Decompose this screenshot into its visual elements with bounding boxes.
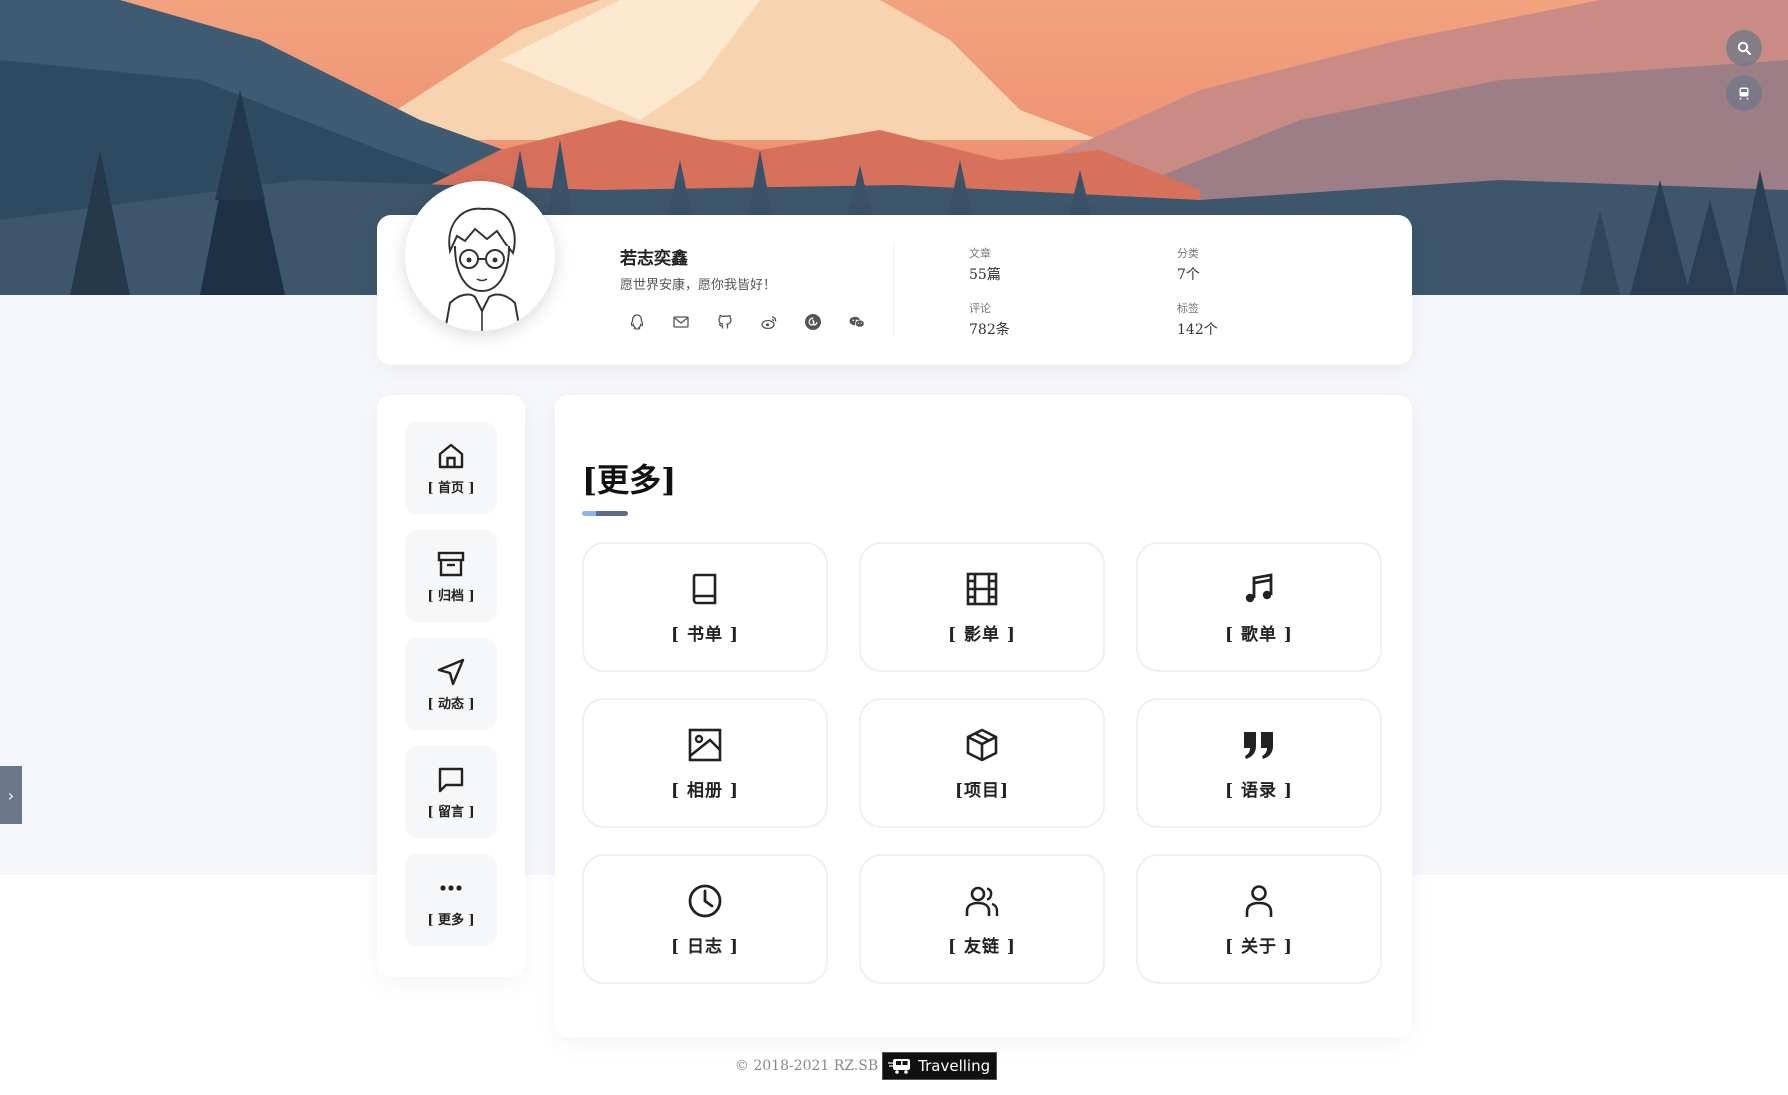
card-logs[interactable]: [ 日志 ]: [582, 854, 828, 984]
card-label: [ 歌单 ]: [1225, 624, 1293, 645]
quote-icon: [1244, 731, 1273, 759]
card-about[interactable]: [ 关于 ]: [1136, 854, 1382, 984]
stat-value: 7个: [1177, 267, 1200, 283]
qq-icon: [630, 313, 643, 330]
sidebar-toggle-button[interactable]: ›: [0, 766, 22, 824]
stat-categories[interactable]: 分类 7个: [1177, 245, 1200, 284]
title-underline: [582, 511, 628, 516]
stat-value: 782条: [969, 322, 1010, 338]
send-icon: [437, 658, 465, 686]
stat-label: 文章: [969, 247, 991, 260]
search-button[interactable]: [1726, 30, 1762, 66]
card-label: [ 影单 ]: [948, 624, 1016, 645]
stat-articles[interactable]: 文章 55篇: [969, 245, 1001, 284]
message-icon: [438, 767, 464, 793]
music-icon: [1245, 572, 1273, 602]
nav-item-guestbook[interactable]: [ 留言 ]: [405, 746, 497, 838]
card-label: [项目]: [954, 780, 1010, 801]
more-icon: [440, 885, 462, 891]
nav-item-label: [ 留言 ]: [427, 805, 475, 820]
nav-item-label: [ 更多 ]: [427, 913, 475, 928]
search-icon: [1737, 41, 1751, 55]
train-icon: [888, 1059, 911, 1074]
box-icon: [966, 728, 998, 761]
netease-music-icon: [804, 313, 821, 330]
nav-item-home[interactable]: [ 首页 ]: [405, 422, 497, 514]
copyright-text: © 2018-2021 RZ.SB: [734, 1058, 879, 1074]
card-label: [ 友链 ]: [948, 936, 1016, 957]
profile-divider: [893, 242, 894, 337]
reader-mode-button[interactable]: [1726, 75, 1762, 111]
avatar[interactable]: [405, 181, 555, 331]
badge-label: Travelling: [918, 1057, 991, 1075]
user-icon: [1245, 884, 1273, 917]
social-link-weibo[interactable]: [758, 311, 779, 332]
card-quotes[interactable]: [ 语录 ]: [1136, 698, 1382, 828]
card-label: [ 相册 ]: [671, 780, 739, 801]
card-albums[interactable]: [ 相册 ]: [582, 698, 828, 828]
train-icon: [1739, 87, 1749, 100]
stat-comments[interactable]: 评论 782条: [969, 300, 1010, 339]
book-icon: [692, 573, 717, 604]
travelling-badge[interactable]: Travelling: [882, 1052, 998, 1080]
nav-item-archive[interactable]: [ 归档 ]: [405, 530, 497, 622]
stat-label: 分类: [1177, 247, 1199, 260]
home-icon: [438, 443, 464, 469]
chevron-right-icon: ›: [7, 785, 15, 805]
stat-tags[interactable]: 标签 142个: [1177, 300, 1218, 339]
social-link-github[interactable]: [714, 311, 735, 332]
archive-icon: [437, 551, 465, 577]
nav-item-moments[interactable]: [ 动态 ]: [405, 638, 497, 730]
nav-item-more[interactable]: [ 更多 ]: [405, 854, 497, 946]
social-links: [626, 311, 867, 332]
weibo-icon: [760, 315, 776, 329]
page-title: [更多]: [582, 461, 677, 499]
users-icon: [965, 886, 999, 916]
card-label: [ 书单 ]: [671, 624, 739, 645]
card-playlists[interactable]: [ 歌单 ]: [1136, 542, 1382, 672]
stat-value: 55篇: [969, 267, 1001, 283]
stat-label: 标签: [1177, 302, 1199, 315]
wechat-icon: [849, 316, 865, 328]
social-link-qq[interactable]: [626, 311, 647, 332]
nav-item-label: [ 首页 ]: [427, 481, 475, 496]
nav-item-label: [ 归档 ]: [427, 589, 475, 604]
image-icon: [688, 728, 722, 761]
card-films[interactable]: [ 影单 ]: [859, 542, 1105, 672]
author-name: 若志奕鑫: [620, 249, 688, 269]
card-label: [ 日志 ]: [671, 936, 739, 957]
card-projects[interactable]: [项目]: [859, 698, 1105, 828]
clock-icon: [688, 884, 722, 917]
social-link-netease-music[interactable]: [802, 311, 823, 332]
card-friend-links[interactable]: [ 友链 ]: [859, 854, 1105, 984]
stat-label: 评论: [969, 302, 991, 315]
film-icon: [966, 572, 998, 605]
stat-value: 142个: [1177, 322, 1218, 338]
footer: © 2018-2021 RZ.SB Travelling: [0, 1052, 1788, 1080]
card-label: [ 关于 ]: [1225, 936, 1293, 957]
mail-icon: [672, 315, 689, 328]
author-motto: 愿世界安康，愿你我皆好！: [620, 278, 777, 293]
social-link-wechat[interactable]: [846, 311, 867, 332]
card-books[interactable]: [ 书单 ]: [582, 542, 828, 672]
github-icon: [717, 314, 732, 328]
avatar-illustration: [405, 181, 555, 331]
card-label: [ 语录 ]: [1225, 780, 1293, 801]
nav-item-label: [ 动态 ]: [427, 697, 475, 712]
social-link-mail[interactable]: [670, 311, 691, 332]
